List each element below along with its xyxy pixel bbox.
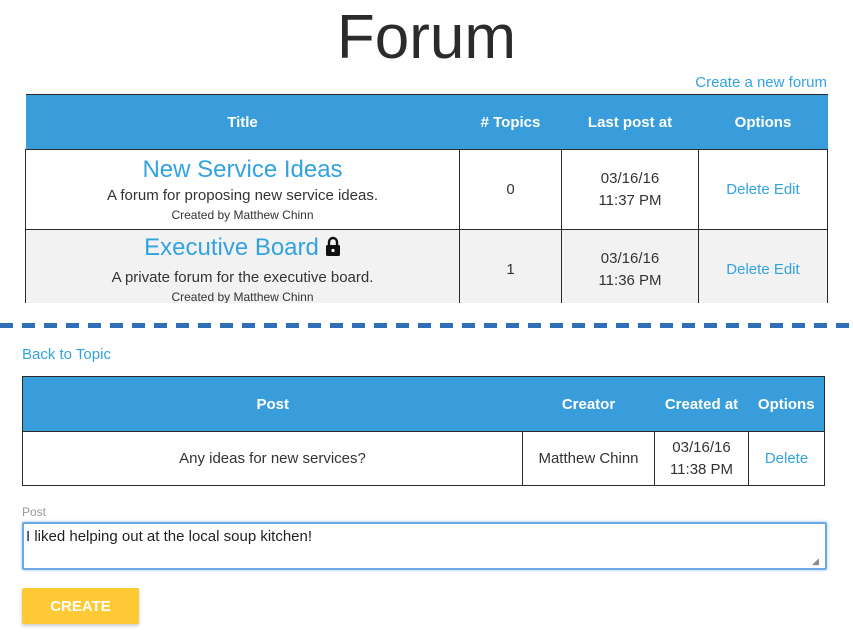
page-title: Forum xyxy=(336,3,517,72)
forum-title-cell: New Service Ideas A forum for proposing … xyxy=(25,149,460,230)
back-to-topic-link[interactable]: Back to Topic xyxy=(22,346,111,363)
create-button[interactable]: CREATE xyxy=(22,588,139,624)
table-row: Executive Board A private forum for the … xyxy=(25,229,828,310)
column-header-last-post: Last post at xyxy=(561,94,699,150)
created-at-date: 03/16/16 xyxy=(672,438,731,456)
column-header-created-at: Created at xyxy=(654,376,749,432)
forum-description: A forum for proposing new service ideas. xyxy=(107,186,378,204)
column-header-title: Title xyxy=(25,94,460,150)
options-cell: Delete xyxy=(748,431,825,486)
lock-icon xyxy=(325,236,341,266)
column-header-post: Post xyxy=(22,376,523,432)
edit-forum-link[interactable]: Edit xyxy=(774,261,800,278)
forum-title-cell: Executive Board A private forum for the … xyxy=(25,229,460,310)
column-header-topics: # Topics xyxy=(459,94,562,150)
last-post-cell: 03/16/16 11:37 PM xyxy=(561,149,699,230)
created-at-cell: 03/16/16 11:38 PM xyxy=(654,431,749,486)
divider-dashed-line xyxy=(0,323,853,328)
forum-creator: Created by Matthew Chinn xyxy=(171,207,314,222)
topic-count: 0 xyxy=(459,149,562,230)
column-header-options: Options xyxy=(748,376,825,432)
options-cell: Delete Edit xyxy=(698,149,828,230)
post-creator: Matthew Chinn xyxy=(522,431,655,486)
delete-forum-link[interactable]: Delete xyxy=(726,181,769,198)
last-post-time: 11:37 PM xyxy=(598,191,662,209)
forum-description: A private forum for the executive board. xyxy=(111,268,374,286)
resize-grip-icon[interactable]: ◢ xyxy=(812,556,819,567)
post-text: Any ideas for new services? xyxy=(22,431,523,486)
column-header-options: Options xyxy=(698,94,828,150)
last-post-time: 11:36 PM xyxy=(598,271,662,289)
post-field-label: Post xyxy=(22,505,47,519)
table-row: Any ideas for new services? Matthew Chin… xyxy=(22,431,825,486)
table-row: New Service Ideas A forum for proposing … xyxy=(25,149,828,230)
forum-link[interactable]: New Service Ideas xyxy=(27,156,458,184)
screenshot-cut xyxy=(0,303,853,323)
forum-link[interactable]: Executive Board xyxy=(144,234,319,261)
last-post-date: 03/16/16 xyxy=(600,249,660,267)
last-post-date: 03/16/16 xyxy=(600,169,660,187)
post-table-header: Post Creator Created at Options xyxy=(22,376,825,432)
forum-table-header: Title # Topics Last post at Options xyxy=(25,94,828,150)
column-header-creator: Creator xyxy=(522,376,655,432)
delete-forum-link[interactable]: Delete xyxy=(726,261,769,278)
delete-post-link[interactable]: Delete xyxy=(765,450,808,467)
topic-count: 1 xyxy=(459,229,562,310)
edit-forum-link[interactable]: Edit xyxy=(774,181,800,198)
forum-table: Title # Topics Last post at Options New … xyxy=(25,94,828,320)
post-input[interactable]: I liked helping out at the local soup ki… xyxy=(22,522,827,570)
options-cell: Delete Edit xyxy=(698,229,828,310)
created-at-time: 11:38 PM xyxy=(669,460,734,478)
post-table: Post Creator Created at Options Any idea… xyxy=(22,376,825,486)
last-post-cell: 03/16/16 11:36 PM xyxy=(561,229,699,310)
create-forum-link[interactable]: Create a new forum xyxy=(695,74,827,91)
